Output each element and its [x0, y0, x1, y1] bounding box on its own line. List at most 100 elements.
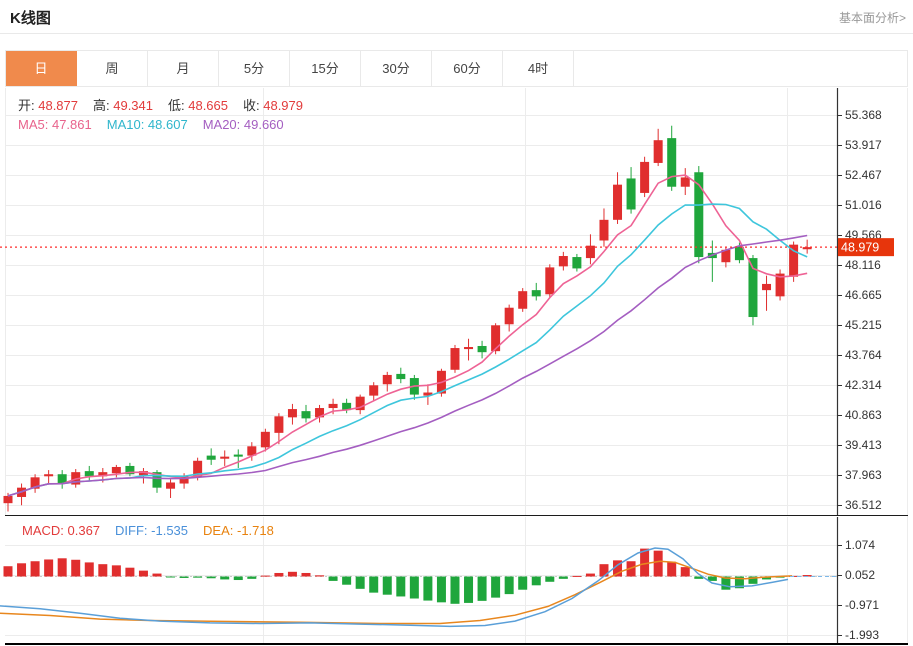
legend-label: MA5: [18, 117, 52, 132]
tab-5min[interactable]: 5分 [219, 51, 290, 86]
legend-label: MA20: [203, 117, 244, 132]
legend-value: 48.979 [263, 98, 303, 113]
candle-body [572, 257, 581, 268]
macd-bar [71, 560, 80, 577]
candle-body [85, 471, 94, 476]
macd-bar [166, 577, 175, 578]
candle-body [166, 482, 175, 488]
macd-bar [329, 577, 338, 581]
macd-axis-label: -1.993 [845, 628, 879, 642]
candle-body [681, 177, 690, 186]
legend-item: DIFF: -1.535 [115, 523, 188, 538]
tab-60min[interactable]: 60分 [432, 51, 503, 86]
candle-body [301, 411, 310, 418]
ohlc-legend: 开: 48.877 高: 49.341 低: 48.665 收: 48.979 [18, 95, 318, 114]
macd-bar [288, 572, 297, 577]
macd-bar [464, 577, 473, 603]
legend-item: MA10: 48.607 [107, 117, 188, 132]
candle-body [762, 284, 771, 290]
legend-value: 49.660 [244, 117, 284, 132]
candle-body [383, 375, 392, 384]
legend-item: MA5: 47.861 [18, 117, 92, 132]
macd-bar [478, 577, 487, 601]
macd-bar [532, 577, 541, 586]
macd-bar [139, 571, 148, 577]
legend-value: -1.718 [237, 523, 274, 538]
diff-line [0, 548, 788, 626]
candle-body [274, 416, 283, 433]
candle-body [559, 256, 568, 266]
macd-bar [423, 577, 432, 601]
candle-body [288, 409, 297, 417]
legend-label: MACD: [22, 523, 68, 538]
macd-bar [559, 577, 568, 579]
legend-item: 开: 48.877 [18, 98, 78, 113]
macd-bar [247, 577, 256, 579]
macd-bar [85, 562, 94, 576]
candle-body [234, 455, 243, 457]
fundamental-analysis-link[interactable]: 基本面分析> [839, 9, 906, 26]
macd-bar [383, 577, 392, 595]
tab-monthly[interactable]: 月 [148, 51, 219, 86]
macd-bar [518, 577, 527, 590]
candle-body [640, 162, 649, 193]
candle-body [207, 456, 216, 460]
legend-item: MACD: 0.367 [22, 523, 100, 538]
macd-bar [505, 577, 514, 595]
macd-legend: MACD: 0.367 DIFF: -1.535 DEA: -1.718 [22, 523, 289, 538]
kline-panel: K线图 基本面分析> 日周月5分15分30分60分4时 开: 48.877高: … [0, 0, 913, 646]
macd-bar [437, 577, 446, 603]
candle-body [44, 474, 53, 476]
macd-bar [152, 574, 161, 577]
candle-body [599, 220, 608, 241]
macd-bar [125, 568, 134, 577]
legend-label: 低: [168, 98, 188, 113]
legend-value: 48.665 [188, 98, 228, 113]
legend-item: 收: 48.979 [243, 98, 303, 113]
candle-body [464, 347, 473, 349]
tab-weekly[interactable]: 周 [77, 51, 148, 86]
tab-30min[interactable]: 30分 [361, 51, 432, 86]
macd-bar [274, 573, 283, 577]
legend-value: 49.341 [113, 98, 153, 113]
ma5-line [8, 175, 807, 496]
macd-bar [369, 577, 378, 593]
tab-15min[interactable]: 15分 [290, 51, 361, 86]
legend-item: DEA: -1.718 [203, 523, 274, 538]
candle-body [450, 348, 459, 370]
legend-label: 高: [93, 98, 113, 113]
macd-bar [112, 565, 121, 576]
macd-bar [58, 558, 67, 576]
macd-bar [545, 577, 554, 582]
macd-bar [396, 577, 405, 597]
macd-axis: 1.0740.052-0.971-1.993 [837, 517, 879, 643]
macd-bar [410, 577, 419, 599]
legend-value: 0.367 [68, 523, 101, 538]
price-axis-label: 51.016 [845, 198, 882, 212]
legend-item: MA20: 49.660 [203, 117, 284, 132]
candle-body [261, 432, 270, 448]
candle-body [735, 247, 744, 260]
candle-body [627, 178, 636, 209]
macd-bar [44, 559, 53, 576]
price-axis-label: 37.963 [845, 468, 882, 482]
price-axis-label: 45.215 [845, 318, 882, 332]
legend-label: 开: [18, 98, 38, 113]
tab-4hour[interactable]: 4时 [503, 51, 574, 86]
macd-bar [31, 561, 40, 576]
candle-body [667, 138, 676, 187]
right-edge-line [907, 88, 908, 643]
bottom-border [5, 643, 908, 645]
price-axis: 55.36853.91752.46751.01649.56648.11646.6… [837, 88, 882, 515]
candle-body [478, 346, 487, 352]
candlestick-chart[interactable]: 55.36853.91752.46751.01649.56648.11646.6… [0, 88, 913, 515]
tab-daily[interactable]: 日 [6, 51, 77, 86]
macd-bar [261, 576, 270, 577]
legend-label: DIFF: [115, 523, 151, 538]
macd-axis-label: -0.971 [845, 598, 879, 612]
macd-bar [586, 574, 595, 577]
macd-bar [4, 566, 13, 576]
macd-bar [207, 577, 216, 579]
candle-body [491, 325, 500, 351]
legend-value: -1.535 [151, 523, 188, 538]
